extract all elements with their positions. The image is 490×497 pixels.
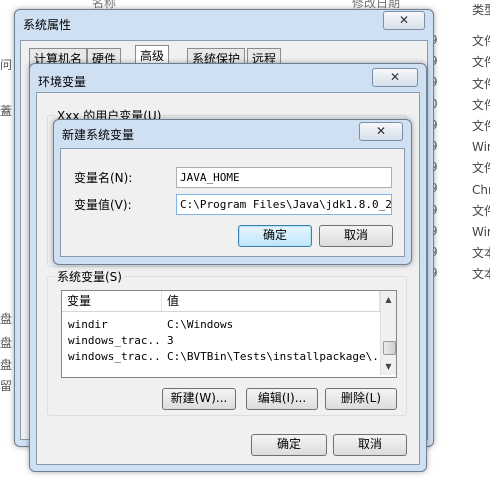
env-ok-button[interactable]: 确定	[251, 434, 327, 456]
scroll-down-icon[interactable]: ▼	[381, 359, 396, 374]
bg-type-item: 文件	[472, 97, 490, 112]
bg-type-item: 类型	[472, 3, 490, 17]
bg-left-item: 盘	[0, 312, 13, 326]
system-properties-close-button[interactable]: ✕	[383, 11, 425, 30]
new-system-variable-dialog: 新建系统变量 ✕ 变量名(N): JAVA_HOME 变量值(V): C:\Pr…	[53, 119, 412, 265]
bg-type-item: 文件	[472, 34, 490, 49]
bg-left-item: 盘	[0, 358, 13, 372]
new-variable-button[interactable]: 新建(W)...	[162, 388, 236, 410]
variable-name-input[interactable]: JAVA_HOME	[176, 167, 392, 188]
bg-type-item: 文件	[472, 76, 490, 91]
bg-left-item: 盘	[0, 336, 13, 350]
table-row[interactable]: windows_trac... 3	[62, 333, 380, 349]
new-variable-cancel-button[interactable]: 取消	[319, 225, 393, 247]
new-variable-title: 新建系统变量	[62, 128, 135, 142]
bg-type-item: 文本	[472, 267, 490, 282]
env-cancel-button[interactable]: 取消	[333, 434, 407, 456]
system-variables-list[interactable]: 变量 值 windir C:\Windows windows_trac... 3…	[61, 290, 397, 378]
bg-type-item: Chro	[472, 182, 490, 197]
scrollbar-thumb[interactable]	[383, 341, 396, 355]
new-variable-body: 变量名(N): JAVA_HOME 变量值(V): C:\Program Fil…	[60, 148, 405, 257]
edit-variable-button[interactable]: 编辑(I)...	[246, 388, 318, 410]
bg-type-item: 文本	[472, 246, 490, 261]
bg-left-item: 蓋	[0, 104, 13, 118]
bg-type-item: 文件	[472, 55, 490, 70]
bg-type-item: Wind	[472, 224, 490, 239]
variable-name-label: 变量名(N):	[74, 171, 133, 185]
row-value: 3	[167, 334, 174, 347]
variable-value-label: 变量值(V):	[74, 198, 132, 212]
bg-type-column: 类型 文件 文件 文件 文件 文件 Wind 文件 Chro 文件 Wind 文…	[472, 0, 490, 285]
bg-type-item: 文件	[472, 203, 490, 218]
row-variable: windows_trac...	[68, 350, 160, 363]
bg-left-item: 问	[0, 58, 13, 72]
bg-type-item: 文件	[472, 161, 490, 176]
row-value: C:\Windows	[167, 318, 234, 331]
environment-variables-title: 环境变量	[38, 75, 87, 89]
bg-left-item: 留	[0, 379, 13, 393]
variable-value-input[interactable]: C:\Program Files\Java\jdk1.8.0_211	[176, 194, 392, 215]
row-variable: windir	[68, 318, 108, 331]
column-header-value[interactable]: 值	[162, 291, 380, 311]
bg-type-item: Wind	[472, 140, 490, 155]
delete-variable-button[interactable]: 删除(L)	[325, 388, 397, 410]
environment-variables-close-button[interactable]: ✕	[372, 68, 418, 87]
new-variable-ok-button[interactable]: 确定	[238, 225, 312, 247]
system-variables-label: 系统变量(S)	[55, 268, 124, 285]
table-row[interactable]: windir C:\Windows	[62, 317, 380, 333]
scroll-up-icon[interactable]: ▲	[381, 292, 396, 307]
row-value: C:\BVTBin\Tests\installpackage\...	[167, 350, 377, 363]
row-variable: windows_trac...	[68, 334, 160, 347]
bg-type-item: 文件	[472, 118, 490, 133]
system-properties-title: 系统属性	[23, 18, 72, 32]
list-header: 变量 值	[62, 291, 380, 312]
list-scrollbar[interactable]: ▲ ▼	[380, 291, 396, 375]
column-header-variable[interactable]: 变量	[62, 291, 162, 311]
table-row[interactable]: windows_trac... C:\BVTBin\Tests\installp…	[62, 349, 380, 365]
new-variable-close-button[interactable]: ✕	[359, 122, 403, 141]
